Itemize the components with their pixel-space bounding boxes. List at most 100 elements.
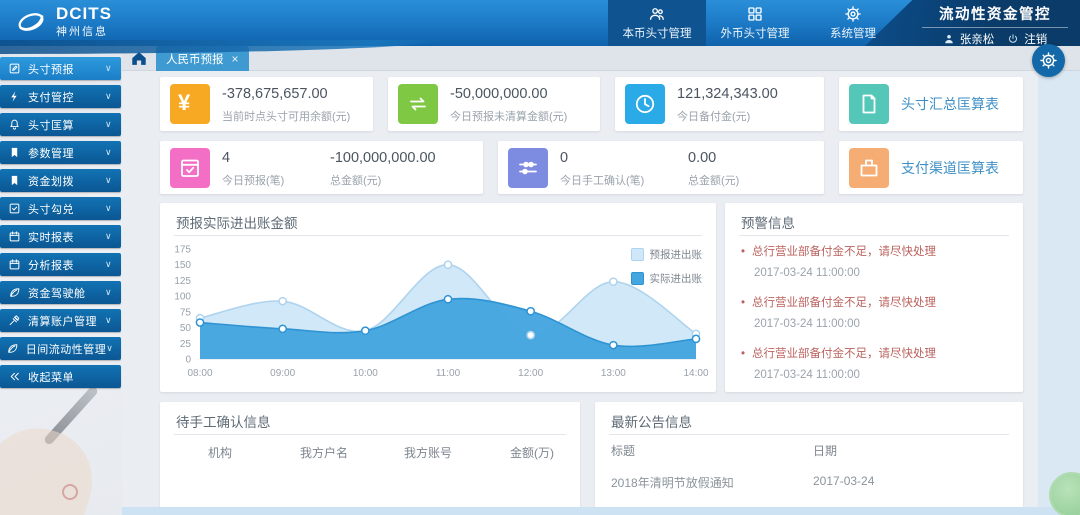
sidebar-menu: 头寸预报 ∨ 支付管控 ∨ 头寸匡算 ∨ 参数管理 ∨ 资金划拨 ∨ (0, 57, 122, 393)
svg-text:09:00: 09:00 (270, 368, 295, 379)
position-summary-link[interactable]: 头寸汇总匡算表 (901, 77, 999, 131)
sidebar-item-label: 头寸匡算 (28, 117, 105, 133)
gear-icon (844, 5, 862, 23)
sidebar-item-realtime-report[interactable]: 实时报表 ∨ (0, 225, 121, 248)
nav-label: 本币头寸管理 (623, 25, 692, 41)
nav-label: 外币头寸管理 (721, 25, 790, 41)
alert-item[interactable]: 总行营业部备付金不足，请尽快处理 2017-03-24 11:00:00 (741, 243, 1011, 279)
svg-text:11:00: 11:00 (436, 368, 461, 379)
svg-text:08:00: 08:00 (187, 368, 212, 379)
app-root: DCITS 神州信息 本币头寸管理 外币头寸管理 系统管理 流动性资金管控 (0, 0, 1080, 515)
alert-item[interactable]: 总行营业部备付金不足，请尽快处理 2017-03-24 11:00:00 (741, 345, 1011, 381)
gear-icon (1039, 51, 1058, 70)
app-logo[interactable]: DCITS 神州信息 (14, 5, 112, 39)
column-header: 我方账号 (376, 444, 480, 461)
stat-value: 0.00 (688, 150, 716, 166)
alert-time: 2017-03-24 11:00:00 (754, 318, 1011, 330)
chevron-down-icon: ∨ (105, 119, 121, 130)
legend-item-forecast[interactable]: 预报进出账 (631, 247, 703, 262)
sidebar-item-position-forecast[interactable]: 头寸预报 ∨ (0, 57, 121, 80)
sidebar-item-collapse-menu[interactable]: 收起菜单 (0, 365, 121, 388)
alert-time: 2017-03-24 11:00:00 (754, 267, 1011, 279)
yen-icon: ¥ (178, 92, 202, 116)
sidebar-item-position-match[interactable]: 头寸勾兑 ∨ (0, 197, 121, 220)
link-card-position-summary[interactable]: 头寸汇总匡算表 (839, 77, 1023, 131)
sidebar-item-clearing-account[interactable]: 清算账户管理 ∨ (0, 309, 121, 332)
stat-value: 121,324,343.00 (677, 86, 778, 102)
calendar-icon (8, 230, 21, 243)
pending-confirm-title: 待手工确认信息 (176, 411, 271, 431)
close-icon[interactable]: × (232, 52, 239, 66)
check-calendar-icon (178, 156, 202, 180)
chevron-down-icon: ∨ (105, 63, 121, 74)
stat-value: -50,000,000.00 (450, 86, 548, 102)
sidebar-item-label: 清算账户管理 (28, 313, 105, 329)
chevron-down-icon: ∨ (105, 231, 121, 242)
payment-channel-link[interactable]: 支付渠道匡算表 (901, 141, 999, 194)
check-square-icon (8, 202, 21, 215)
user-icon (943, 33, 955, 45)
bell-icon (8, 118, 21, 131)
svg-text:0: 0 (185, 355, 191, 366)
sidebar-item-label: 收起菜单 (28, 369, 105, 385)
sidebar-item-label: 头寸勾兑 (28, 201, 105, 217)
divider (739, 235, 1009, 236)
column-header: 标题 (611, 442, 635, 459)
stat-card-available-balance: ¥ -378,675,657.00 当前时点头寸可用余额(元) (160, 77, 373, 131)
channel-icon (857, 156, 881, 180)
legend-swatch (631, 272, 644, 285)
divider (174, 235, 702, 236)
sidebar-item-payment-control[interactable]: 支付管控 ∨ (0, 85, 121, 108)
tab-label: 人民币预报 (166, 51, 224, 67)
legend-label: 预报进出账 (650, 247, 703, 262)
sliders-icon (516, 156, 540, 180)
sidebar-item-label: 参数管理 (28, 145, 105, 161)
sidebar-item-fund-cockpit[interactable]: 资金驾驶舱 ∨ (0, 281, 121, 304)
power-icon (1007, 33, 1019, 45)
sidebar-item-analysis-report[interactable]: 分析报表 ∨ (0, 253, 121, 276)
alert-text: 总行营业部备付金不足，请尽快处理 (741, 345, 1011, 361)
report-icon (857, 92, 881, 116)
transfer-icon (406, 92, 430, 116)
legend-swatch (631, 248, 644, 261)
stat-label: 今日预报未清算金额(元) (450, 108, 567, 124)
background-photo-shape (62, 484, 78, 500)
logo-subtitle: 神州信息 (56, 23, 112, 39)
leaf-icon (8, 286, 21, 299)
svg-text:75: 75 (180, 307, 192, 318)
alert-item[interactable]: 总行营业部备付金不足，请尽快处理 2017-03-24 11:00:00 (741, 294, 1011, 330)
nav-item-foreign-currency[interactable]: 外币头寸管理 (706, 0, 804, 46)
alert-time: 2017-03-24 11:00:00 (754, 369, 1011, 381)
svg-text:100: 100 (174, 292, 191, 303)
sidebar-item-intraday-liquidity[interactable]: 日间流动性管理 ∨ (0, 337, 121, 360)
svg-text:150: 150 (174, 260, 191, 271)
sidebar-item-position-estimate[interactable]: 头寸匡算 ∨ (0, 113, 121, 136)
stat-label: 今日备付金(元) (677, 108, 750, 124)
sidebar-item-parameter-mgmt[interactable]: 参数管理 ∨ (0, 141, 121, 164)
forecast-actual-area-chart: 175150125100755025008:0009:0010:0011:001… (166, 239, 708, 389)
chevron-down-icon: ∨ (105, 203, 121, 214)
bottom-strip (122, 507, 1080, 515)
user-name[interactable]: 张亲松 (960, 31, 995, 47)
collapse-icon (8, 370, 21, 383)
nav-item-system[interactable]: 系统管理 (804, 0, 902, 46)
sidebar-item-label: 实时报表 (28, 229, 105, 245)
alerts-title: 预警信息 (741, 212, 795, 232)
stat-label: 总金额(元) (330, 172, 381, 188)
link-card-payment-channel[interactable]: 支付渠道匡算表 (839, 141, 1023, 194)
legend-item-actual[interactable]: 实际进出账 (631, 271, 703, 286)
sidebar-item-label: 头寸预报 (28, 61, 105, 77)
nav-item-local-currency[interactable]: 本币头寸管理 (608, 0, 706, 46)
svg-text:175: 175 (174, 245, 191, 256)
svg-text:12:00: 12:00 (518, 368, 543, 379)
grid-icon (746, 5, 764, 23)
notices-title: 最新公告信息 (611, 411, 692, 431)
svg-text:125: 125 (174, 276, 191, 287)
settings-float-button[interactable] (1032, 44, 1065, 77)
sidebar-item-fund-transfer[interactable]: 资金划拨 ∨ (0, 169, 121, 192)
sidebar: 头寸预报 ∨ 支付管控 ∨ 头寸匡算 ∨ 参数管理 ∨ 资金划拨 ∨ (0, 46, 122, 515)
chevron-down-icon: ∨ (105, 315, 121, 326)
stat-card-unsettled-forecast: -50,000,000.00 今日预报未清算金额(元) (388, 77, 600, 131)
bolt-icon (8, 90, 21, 103)
svg-text:10:00: 10:00 (353, 368, 378, 379)
